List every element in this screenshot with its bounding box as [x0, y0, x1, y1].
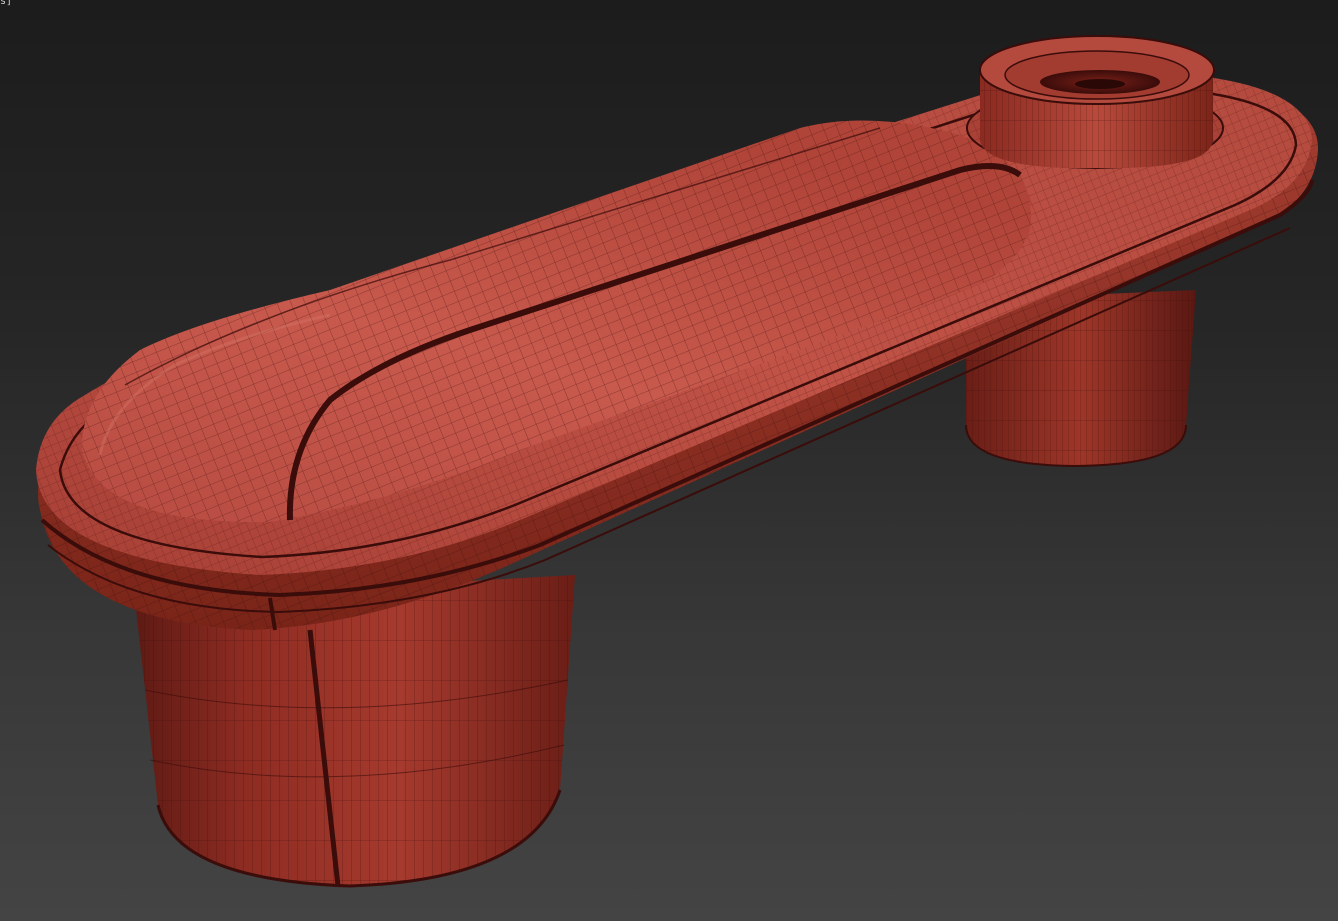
3d-viewport[interactable]: s]	[0, 0, 1338, 921]
model-render[interactable]	[0, 0, 1338, 921]
knob[interactable]	[966, 35, 1224, 169]
